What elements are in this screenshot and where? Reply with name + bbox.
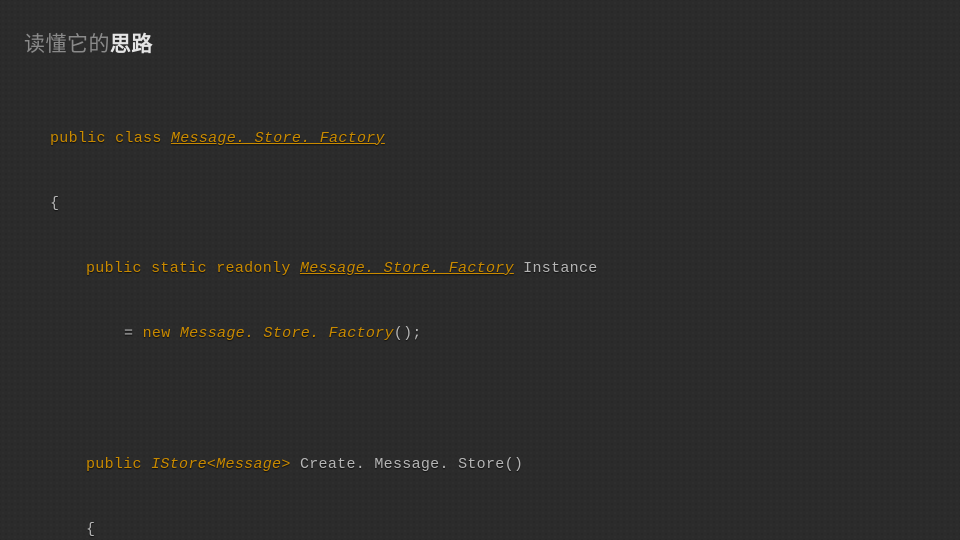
code-line: public class Message. Store. Factory — [24, 128, 936, 150]
slide-title: 读懂它的思路 — [24, 28, 936, 58]
code-line: { — [24, 519, 936, 540]
blank-line — [24, 389, 936, 411]
code-line: public IStore<Message> Create. Message. … — [24, 454, 936, 476]
slide: 读懂它的思路 public class Message. Store. Fact… — [0, 0, 960, 540]
title-emph: 思路 — [110, 32, 153, 56]
code-line: { — [24, 193, 936, 215]
title-prefix: 读懂它的 — [24, 32, 110, 56]
code-block: public class Message. Store. Factory { p… — [24, 84, 936, 540]
code-line: = new Message. Store. Factory(); — [24, 323, 936, 345]
code-line: public static readonly Message. Store. F… — [24, 258, 936, 280]
